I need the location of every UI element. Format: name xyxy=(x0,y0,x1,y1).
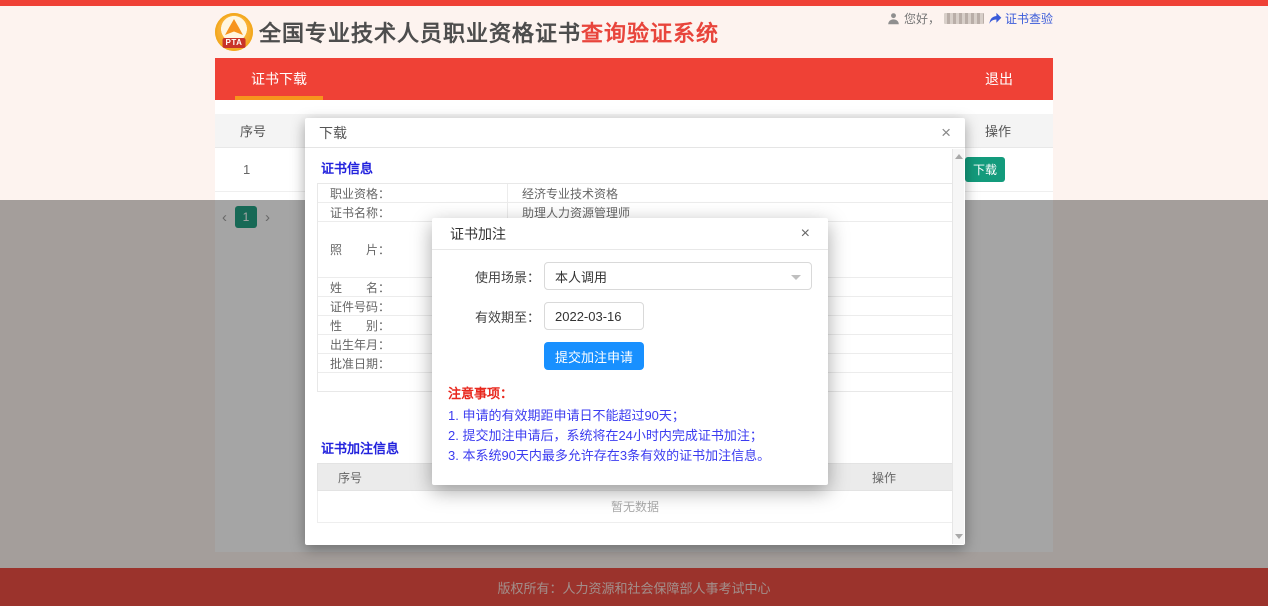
annotate-modal-title: 证书加注 xyxy=(450,224,506,244)
cert-info-section-title: 证书信息 xyxy=(321,158,953,177)
close-icon[interactable]: × xyxy=(941,124,951,141)
brand: PTA 全国专业技术人员职业资格证书查询验证系统 xyxy=(215,13,719,51)
annotation-col-action: 操作 xyxy=(844,469,924,486)
user-area: 您好， 证书查验 xyxy=(887,10,1053,27)
site-title-main: 全国专业技术人员职业资格证书 xyxy=(259,21,581,46)
download-modal-header: 下载 × xyxy=(305,118,965,148)
logout-button[interactable]: 退出 xyxy=(985,69,1013,89)
username-redacted xyxy=(944,13,984,24)
annotation-col-seq: 序号 xyxy=(318,469,398,486)
expiry-form-row: 有效期至： xyxy=(448,302,812,330)
site-header: PTA 全国专业技术人员职业资格证书查询验证系统 您好， 证书查验 xyxy=(0,6,1268,58)
annotate-modal-header: 证书加注 × xyxy=(432,218,828,250)
chevron-down-icon xyxy=(791,275,801,280)
close-icon[interactable]: × xyxy=(801,226,810,242)
expiry-label: 有效期至： xyxy=(448,307,540,326)
col-seq-header: 序号 xyxy=(215,121,305,140)
user-icon xyxy=(887,12,900,25)
modal-scrollbar[interactable] xyxy=(952,149,964,544)
scene-form-row: 使用场景： 本人调用 xyxy=(448,262,812,290)
note-line-2: 2. 提交加注申请后，系统将在24小时内完成证书加注； xyxy=(448,426,812,446)
scene-select[interactable]: 本人调用 xyxy=(544,262,812,290)
logo-text: PTA xyxy=(223,38,246,48)
nav-bar-wrap: 证书下载 退出 xyxy=(0,58,1268,100)
submit-annotation-button[interactable]: 提交加注申请 xyxy=(544,342,644,370)
site-title-accent: 查询验证系统 xyxy=(581,21,719,46)
notes-block: 注意事项： 1. 申请的有效期距申请日不能超过90天； 2. 提交加注申请后，系… xyxy=(448,384,812,466)
logo-flame-icon xyxy=(225,19,243,35)
annotate-modal-body: 使用场景： 本人调用 有效期至： 提交加注申请 注意事项： 1. 申请的有效期距… xyxy=(432,250,828,466)
scene-label: 使用场景： xyxy=(448,267,540,286)
share-arrow-icon xyxy=(988,12,1002,25)
download-button[interactable]: 下载 xyxy=(965,157,1005,182)
pta-logo: PTA xyxy=(215,13,253,51)
expiry-date-input[interactable] xyxy=(544,302,644,330)
row-seq-cell: 1 xyxy=(215,162,305,177)
nav-bar: 证书下载 退出 xyxy=(215,58,1053,100)
cert-verify-link[interactable]: 证书查验 xyxy=(988,10,1053,27)
site-title: 全国专业技术人员职业资格证书查询验证系统 xyxy=(259,16,719,48)
scroll-down-icon[interactable] xyxy=(955,534,963,539)
download-modal-title: 下载 xyxy=(319,123,347,143)
note-line-3: 3. 本系统90天内最多允许存在3条有效的证书加注信息。 xyxy=(448,446,812,466)
scroll-up-icon[interactable] xyxy=(955,154,963,159)
no-data-text: 暂无数据 xyxy=(611,498,659,515)
notes-title: 注意事项： xyxy=(448,384,812,404)
scene-selected-value: 本人调用 xyxy=(555,267,607,286)
cert-field-row: 职业资格： 经济专业技术资格 xyxy=(318,184,952,203)
nav-item-cert-download[interactable]: 证书下载 xyxy=(251,58,307,100)
annotation-empty-row: 暂无数据 xyxy=(317,491,953,523)
greeting-text: 您好， xyxy=(904,10,940,27)
page: PTA 全国专业技术人员职业资格证书查询验证系统 您好， 证书查验 xyxy=(0,0,1268,606)
annotate-modal: 证书加注 × 使用场景： 本人调用 有效期至： 提交加注申请 注意事项： 1. … xyxy=(432,218,828,485)
note-line-1: 1. 申请的有效期距申请日不能超过90天； xyxy=(448,406,812,426)
